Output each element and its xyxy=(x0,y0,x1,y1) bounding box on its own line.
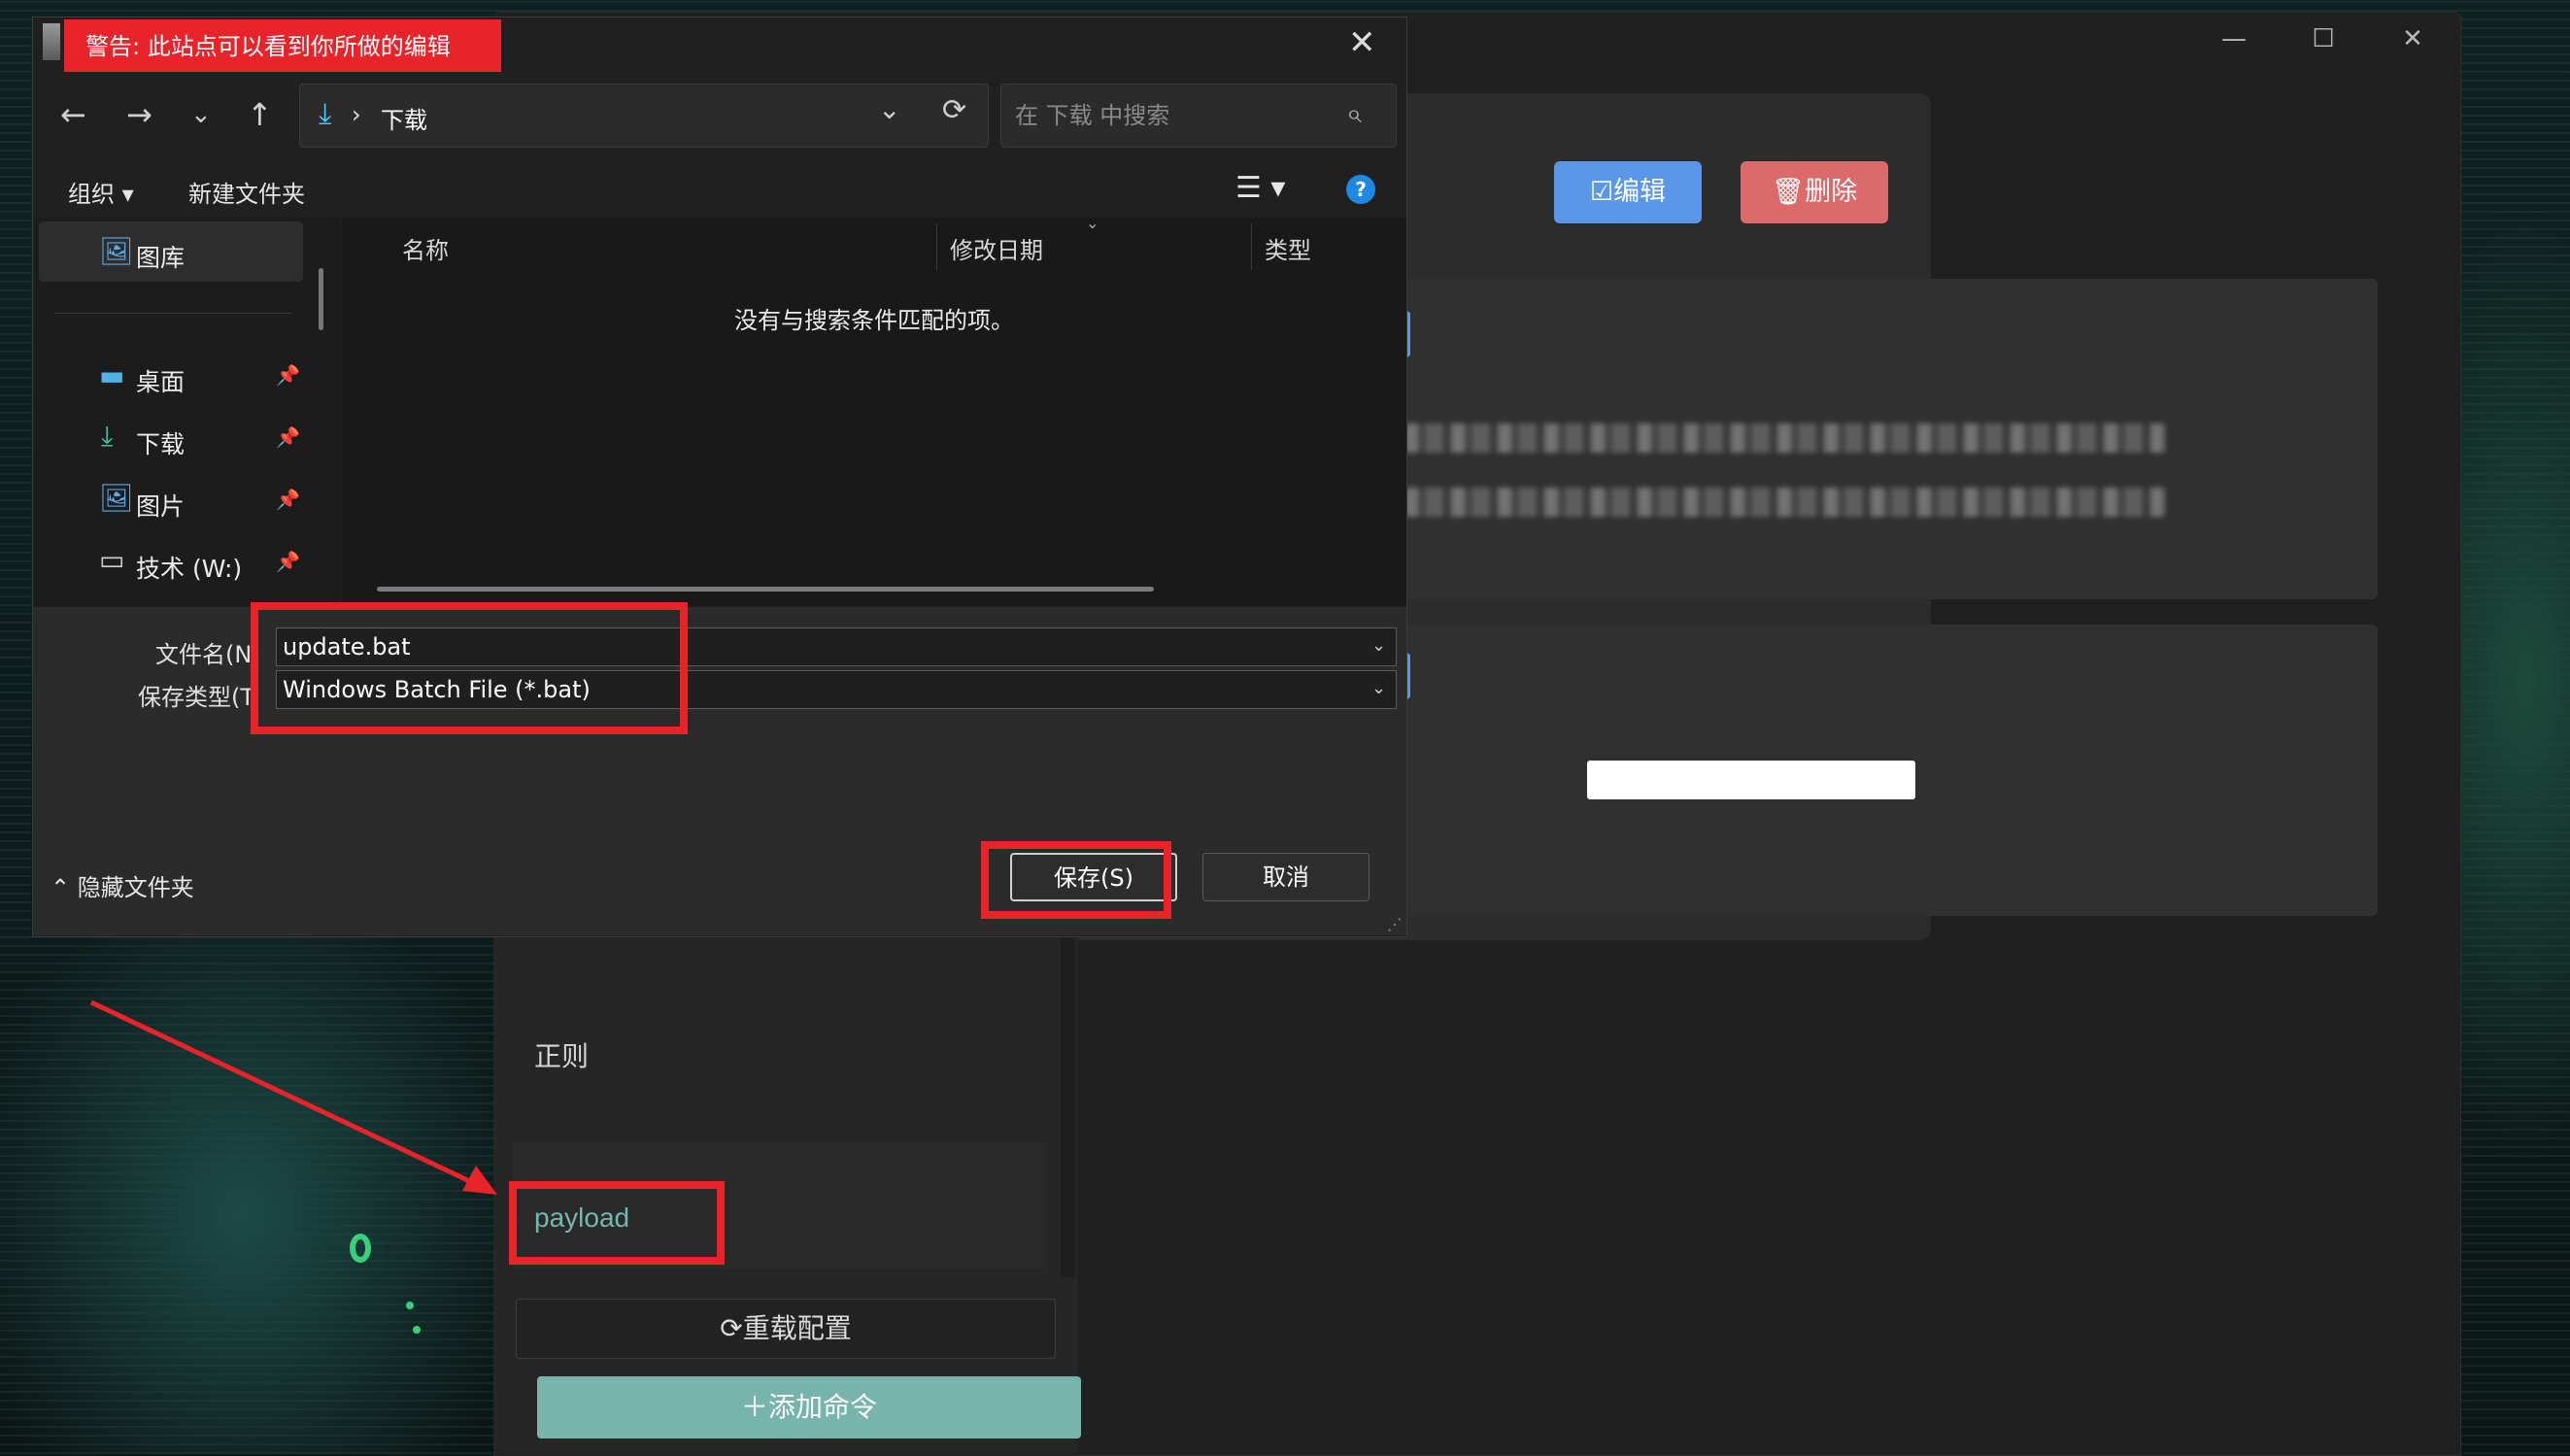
annotation-arrow xyxy=(89,999,497,1195)
